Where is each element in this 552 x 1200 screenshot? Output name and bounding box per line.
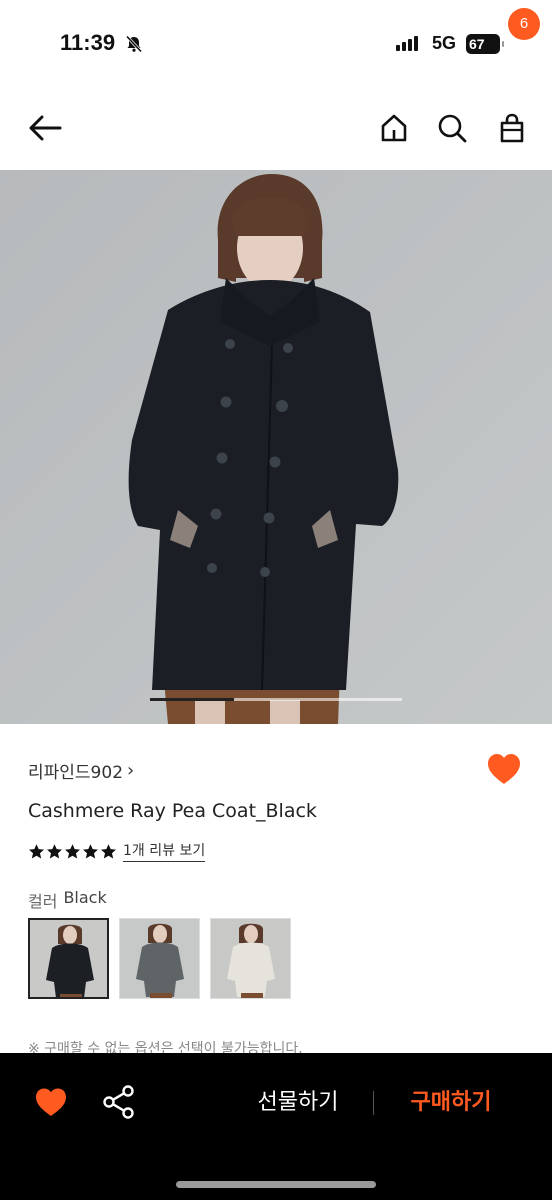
- review-link[interactable]: 1개 리뷰 보기: [123, 840, 206, 862]
- product-photo: [0, 170, 552, 724]
- star-icon: [47, 843, 62, 858]
- swatch-thumbnail: [30, 920, 107, 997]
- product-title: Cashmere Ray Pea Coat_Black: [28, 800, 317, 822]
- cart-count-badge: 6: [508, 8, 540, 40]
- status-time: 11:39: [60, 30, 116, 55]
- heart-icon[interactable]: [34, 1086, 68, 1120]
- star-icon: [83, 843, 98, 858]
- buy-button[interactable]: 구매하기: [395, 1085, 507, 1121]
- swatch-thumbnail: [211, 919, 290, 998]
- wishlist-heart-icon[interactable]: [486, 752, 522, 788]
- carousel-progress-track: [150, 698, 402, 701]
- chevron-right-icon: ›: [127, 760, 135, 781]
- color-swatch-gray[interactable]: [119, 918, 200, 999]
- carousel-progress-fill: [150, 698, 234, 701]
- color-swatch-black[interactable]: [28, 918, 109, 999]
- color-swatches: [28, 918, 291, 999]
- star-icon: [101, 843, 116, 858]
- bottom-action-bar: 선물하기 구매하기: [0, 1053, 552, 1200]
- search-button[interactable]: [432, 108, 472, 148]
- star-icon: [65, 843, 80, 858]
- network-type: 5G: [432, 33, 457, 53]
- option-selected-value: Black: [63, 888, 107, 907]
- home-icon: [381, 114, 407, 142]
- bottom-bar-divider: [373, 1091, 374, 1115]
- brand-link[interactable]: 리파인드902 ›: [28, 758, 134, 783]
- option-name: 컬러: [28, 892, 58, 911]
- option-label: 컬러 Black: [28, 888, 107, 912]
- battery-icon: 67: [466, 34, 504, 54]
- gift-button[interactable]: 선물하기: [240, 1085, 356, 1121]
- home-indicator[interactable]: [176, 1181, 376, 1188]
- bell-muted-icon: [125, 35, 143, 53]
- top-nav-bar: [0, 88, 552, 170]
- search-icon: [438, 114, 467, 143]
- color-swatch-ivory[interactable]: [210, 918, 291, 999]
- status-bar: 11:39 5G 67: [0, 0, 552, 88]
- brand-name: 리파인드902: [28, 763, 124, 783]
- home-button[interactable]: [374, 108, 414, 148]
- signal-icon: [396, 36, 418, 51]
- arrow-left-icon: [29, 115, 62, 141]
- product-image-carousel[interactable]: [0, 170, 552, 724]
- back-button[interactable]: [25, 108, 65, 148]
- shopping-bag-icon: [500, 113, 524, 143]
- rating-stars: [28, 843, 117, 860]
- star-icon: [29, 843, 44, 858]
- share-icon[interactable]: [100, 1083, 138, 1121]
- cart-button[interactable]: [492, 108, 532, 148]
- swatch-thumbnail: [120, 919, 199, 998]
- rating-row: 1개 리뷰 보기: [28, 840, 206, 862]
